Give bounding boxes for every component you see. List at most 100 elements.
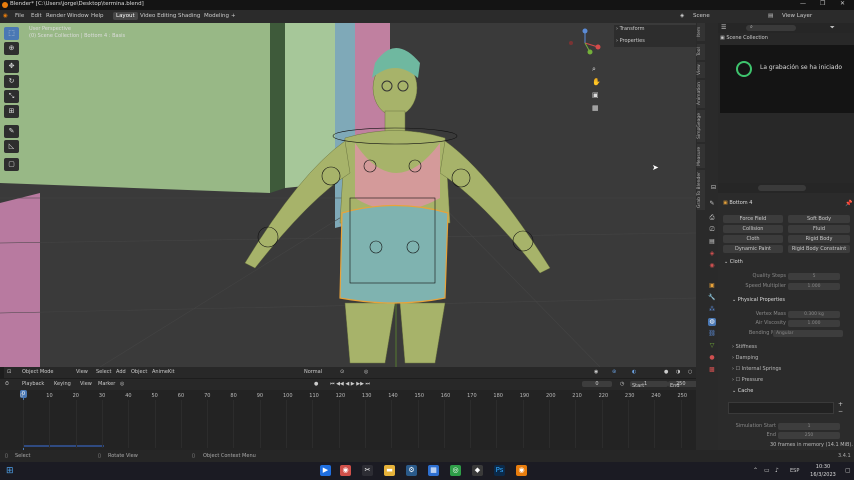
playback-menu[interactable]: Playback — [22, 381, 44, 387]
properties-search-input[interactable] — [758, 185, 806, 191]
solid-shading-icon[interactable]: ● — [664, 369, 668, 375]
auto-keying-icon[interactable]: ◎ — [120, 381, 124, 387]
pressure-panel[interactable]: › ☐ Pressure — [732, 377, 763, 383]
filter-icon[interactable]: ⏷ — [830, 24, 835, 32]
internal-springs-panel[interactable]: › ☐ Internal Springs — [732, 366, 781, 372]
add-workspace-button[interactable]: + — [231, 13, 236, 19]
object-menu[interactable]: Object — [131, 369, 147, 375]
obs-app-icon[interactable]: ◉ — [340, 465, 351, 476]
sidebar-tab-measure[interactable]: Measure — [697, 144, 705, 168]
sidebar-tab-simpgeage[interactable]: SimpGeage — [697, 110, 705, 142]
vertex-mass-field[interactable]: 0.300 kg — [788, 311, 840, 318]
particles-props-icon[interactable]: ⁂ — [708, 306, 716, 314]
tray-chevron-icon[interactable]: ⌃ — [753, 467, 758, 474]
damping-panel[interactable]: › Damping — [732, 355, 758, 361]
view-menu[interactable]: View — [76, 369, 88, 375]
menu-edit[interactable]: Edit — [31, 13, 42, 19]
cache-list[interactable] — [728, 402, 834, 414]
tool-props-icon[interactable]: ✎ — [708, 200, 716, 208]
playback-controls[interactable]: ⏮ ◀◀ ◀ ▶ ▶▶ ⏭ — [330, 381, 370, 387]
sim-end-field[interactable]: 250 — [778, 432, 840, 439]
scene-props-icon[interactable]: ◈ — [708, 250, 716, 258]
texture-props-icon[interactable]: ▩ — [708, 366, 716, 374]
clock-time[interactable]: 10:30 — [808, 464, 838, 470]
grid-icon[interactable]: ▦ — [592, 104, 599, 112]
rendered-shading-icon[interactable]: ○ — [688, 369, 692, 375]
timeline-view-menu[interactable]: View — [80, 381, 92, 387]
unity-app-icon[interactable]: ◆ — [472, 465, 483, 476]
maximize-button[interactable]: ❐ — [820, 0, 825, 7]
zoom-icon[interactable]: ⌕ — [592, 65, 596, 74]
editor-type-icon[interactable]: ⊡ — [7, 369, 11, 375]
material-props-icon[interactable]: ● — [708, 354, 716, 362]
pan-hand-icon[interactable]: ✋ — [592, 78, 601, 86]
air-viscosity-field[interactable]: 1.000 — [788, 320, 840, 327]
outliner-scene-collection[interactable]: ▣ Scene Collection — [720, 35, 768, 41]
store-app-icon[interactable]: ▦ — [428, 465, 439, 476]
measure-tool[interactable]: ◺ — [4, 140, 19, 153]
outliner-search-input[interactable] — [746, 25, 796, 31]
cursor-tool[interactable]: ⊕ — [4, 42, 19, 55]
orientation-selector[interactable]: Normal — [304, 369, 322, 375]
annotate-tool[interactable]: ✎ — [4, 125, 19, 138]
keying-menu[interactable]: Keying — [54, 381, 71, 387]
physics-button-rigid-body-constraint[interactable]: Rigid Body Constraint — [788, 245, 850, 253]
menu-file[interactable]: File — [15, 13, 24, 19]
camera-icon[interactable]: ▣ — [592, 91, 599, 99]
workspace-tab-layout[interactable]: Layout — [113, 12, 138, 20]
menu-help[interactable]: Help — [91, 13, 104, 19]
render-props-icon[interactable]: ⎙ — [708, 214, 716, 222]
data-props-icon[interactable]: ▽ — [708, 342, 716, 350]
bending-model-select[interactable]: Angular — [773, 330, 843, 337]
record-icon[interactable]: ● — [314, 381, 318, 387]
marker-menu[interactable]: Marker — [98, 381, 115, 387]
3d-viewport[interactable]: User Perspective (0) Scene Collection | … — [0, 23, 696, 367]
stiffness-panel[interactable]: › Stiffness — [732, 344, 757, 350]
view-layer-selector[interactable]: View Layer — [782, 13, 812, 19]
menu-window[interactable]: Window — [67, 13, 89, 19]
snap-icon[interactable]: ⊙ — [340, 369, 344, 375]
add-cube-tool[interactable]: ▢ — [4, 158, 19, 171]
speed-field[interactable]: 1.000 — [788, 283, 840, 290]
scale-tool[interactable]: ⤡ — [4, 90, 19, 103]
close-button[interactable]: ✕ — [840, 0, 845, 7]
physics-button-rigid-body[interactable]: Rigid Body — [788, 235, 850, 243]
start-frame-field[interactable]: Start 1 — [630, 381, 668, 389]
visibility-icon[interactable]: ◉ — [594, 369, 598, 375]
constraints-props-icon[interactable]: ⛓ — [708, 330, 716, 338]
move-tool[interactable]: ✥ — [4, 60, 19, 73]
properties-editor-icon[interactable]: ⊟ — [711, 184, 716, 191]
select-menu[interactable]: Select — [96, 369, 111, 375]
cache-remove-icon[interactable]: − — [838, 408, 843, 415]
physics-button-fluid[interactable]: Fluid — [788, 225, 850, 233]
windows-start-icon[interactable]: ⊞ — [6, 466, 14, 476]
sidebar-tab-item[interactable]: Item — [697, 23, 705, 41]
timeline-editor-icon[interactable]: ⏱ — [5, 381, 9, 387]
cloth-panel-header[interactable]: ⌄ Cloth — [724, 259, 743, 265]
physics-button-dynamic-paint[interactable]: Dynamic Paint — [723, 245, 783, 253]
cache-add-icon[interactable]: + — [838, 401, 843, 408]
file-explorer-icon[interactable]: ▬ — [384, 465, 395, 476]
object-props-icon[interactable]: ▣ — [708, 282, 716, 290]
proportional-edit-icon[interactable]: ◎ — [364, 369, 368, 375]
workspace-tab-shading[interactable]: Shading — [178, 13, 200, 19]
clock-date[interactable]: 16/3/2023 — [805, 472, 841, 478]
view-layer-props-icon[interactable]: ▤ — [708, 238, 716, 246]
npanel-transform[interactable]: › Transform — [616, 26, 644, 32]
quality-field[interactable]: 5 — [788, 273, 840, 280]
physics-button-collision[interactable]: Collision — [723, 225, 783, 233]
minimize-button[interactable]: — — [800, 0, 806, 7]
notifications-icon[interactable]: ▢ — [845, 467, 851, 474]
add-menu[interactable]: Add — [116, 369, 126, 375]
physical-properties-header[interactable]: ⌄ Physical Properties — [732, 297, 785, 303]
outliner-editor-icon[interactable]: ☰ — [721, 24, 726, 31]
modifier-props-icon[interactable]: 🔧 — [708, 294, 716, 302]
sidebar-tab-view[interactable]: View — [697, 62, 705, 78]
rotate-tool[interactable]: ↻ — [4, 75, 19, 88]
animkit-menu[interactable]: AnimeKit — [152, 369, 175, 375]
sim-start-field[interactable]: 1 — [778, 423, 840, 430]
current-frame-field[interactable]: 0 — [582, 381, 612, 387]
physics-props-icon[interactable]: ◍ — [708, 318, 716, 326]
overlay-toggle-icon[interactable]: ◐ — [632, 369, 636, 375]
scene-selector[interactable]: Scene — [693, 13, 710, 19]
